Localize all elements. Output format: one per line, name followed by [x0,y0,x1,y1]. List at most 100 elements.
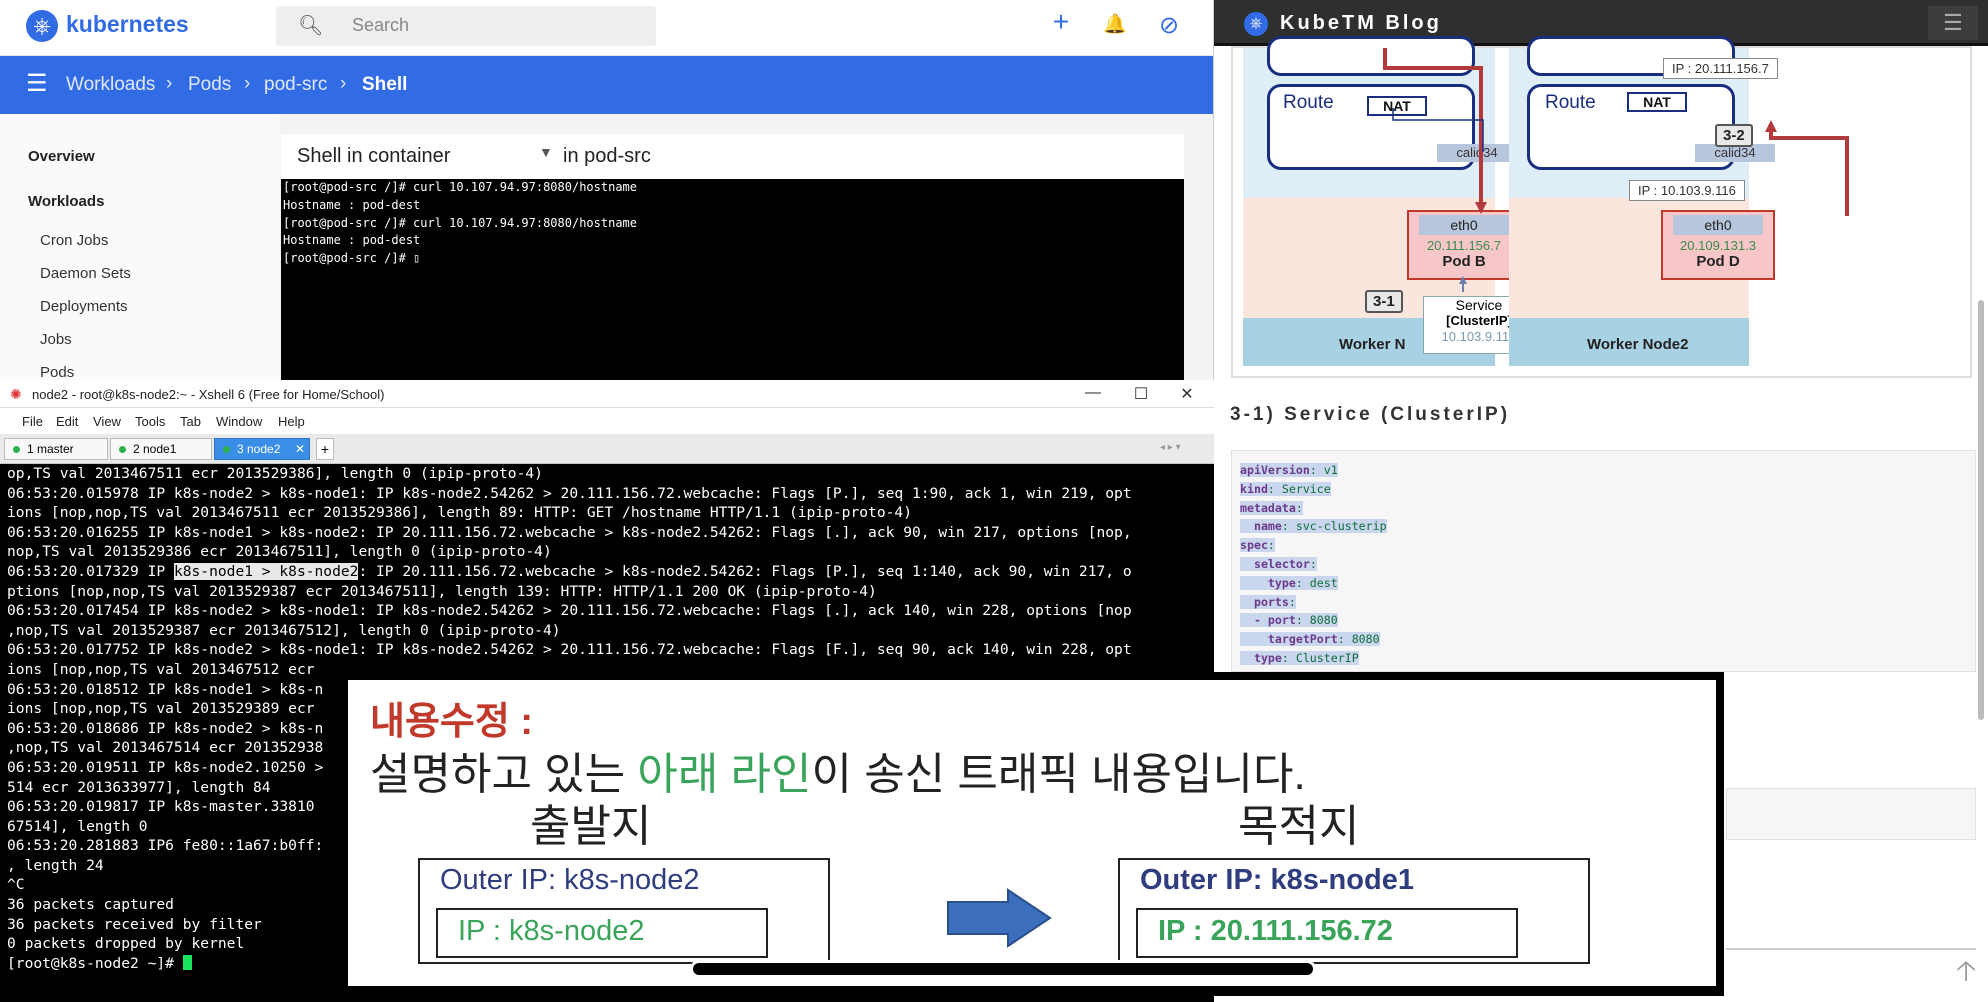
tab-close-icon[interactable]: ✕ [295,439,305,459]
search-icon: 🔍︎ [298,15,324,37]
chevron-right-icon: › [244,73,251,94]
notifications-icon[interactable]: 🔔 [1100,12,1130,36]
selected-text: k8s-node1 > k8s-node2 [173,562,359,580]
code-line: apiVersion: v1 [1240,463,1338,477]
cursor-icon [182,954,192,970]
code-line: metadata: [1240,500,1303,515]
home-indicator-bar [690,960,1316,978]
status-dot-icon [13,446,20,453]
new-tab-button[interactable]: + [316,438,334,460]
destination-outer-ip: Outer IP: k8s-node1 [1140,864,1414,896]
session-tabs: 1 master 2 node1 3 node2 ✕ + ◂ ▸ ▾ [0,434,1214,464]
ip-label: IP : 10.103.9.116 [1629,180,1745,201]
menu-edit[interactable]: Edit [56,414,78,429]
kubernetes-logo-icon[interactable]: ⎈ [26,10,58,42]
menu-tab[interactable]: Tab [180,414,201,429]
code-line: ports: [1240,594,1296,609]
destination-box: Outer IP: k8s-node1 IP : 20.111.156.72 [1118,858,1590,964]
divider [1726,948,1976,950]
search-input[interactable]: Search [352,15,409,36]
sidebar-item-workloads[interactable]: Workloads [28,193,104,210]
menu-tools[interactable]: Tools [135,414,165,429]
status-dot-icon [119,446,126,453]
menu-view[interactable]: View [93,414,121,429]
dashboard-topbar: ⎈ kubernetes 🔍︎ Search + 🔔 ⊘ [0,0,1213,56]
nat-label: NAT [1627,92,1687,112]
sidebar-item-cron-jobs[interactable]: Cron Jobs [40,232,108,249]
sidebar-item-deployments[interactable]: Deployments [40,298,128,315]
pod-label: in pod-src [563,145,651,167]
breadcrumb-shell: Shell [362,74,408,95]
menu-window[interactable]: Window [216,414,262,429]
chevron-right-icon: › [340,73,347,94]
shell-header: Shell in container ▼ in pod-src [281,134,1184,179]
correction-panel: 내용수정 : 설명하고 있는 아래 라인이 송신 트래픽 내용입니다. 출발지 … [348,680,1716,986]
code-line: name: svc-clusterip [1240,519,1387,534]
terminal-line: ions [nop,nop,TS val 2013467511 ecr 2013… [7,504,912,522]
container-select[interactable]: Shell in container [297,145,450,168]
section-heading: 3-1) Service (ClusterIP) [1230,404,1511,425]
source-inner-box: IP : k8s-node2 [436,908,768,958]
terminal-line: 06:53:20.015978 IP k8s-node2 > k8s-node1… [7,484,1132,502]
breadcrumb-pods[interactable]: Pods [188,74,231,96]
worker-node2-label: Worker Node2 [1587,336,1689,353]
source-inner-ip: IP : k8s-node2 [458,915,645,947]
correction-sentence: 설명하고 있는 아래 라인이 송신 트래픽 내용입니다. [370,750,1306,799]
terminal-line: [root@pod-src /]# ▯ [283,251,421,266]
arrow-right-icon [947,888,1052,948]
breadcrumb-workloads[interactable]: Workloads [66,74,155,96]
kubernetes-logo-icon[interactable]: ⎈ [1244,12,1268,36]
account-icon[interactable]: ⊘ [1154,11,1184,40]
breadcrumb-bar: ☰ Workloads › Pods › pod-src › Shell [0,56,1213,114]
code-line: kind: Service [1240,481,1331,496]
maximize-icon[interactable]: ☐ [1126,384,1156,404]
menu-help[interactable]: Help [278,414,305,429]
pod-d: eth0 20.109.131.3 Pod D [1661,210,1775,280]
code-line: type: dest [1240,575,1338,590]
sidebar: Overview Workloads Cron Jobs Daemon Sets… [0,114,280,380]
breadcrumb-pod-src[interactable]: pod-src [264,74,327,96]
destination-inner-ip: IP : 20.111.156.72 [1158,915,1393,947]
add-icon[interactable]: + [1046,6,1076,38]
chevron-right-icon: › [166,73,173,94]
close-icon[interactable]: ✕ [1172,384,1202,404]
code-line: - port: 8080 [1240,613,1338,628]
tab-node2[interactable]: 3 node2 ✕ [214,438,310,460]
terminal-line-highlighted: 06:53:20.017329 IP k8s-node1 > k8s-node2… [7,562,1132,580]
correction-heading: 내용수정 : [370,701,534,743]
tab-node1[interactable]: 2 node1 [110,438,212,460]
sidebar-item-overview[interactable]: Overview [28,148,95,165]
minimize-icon[interactable]: — [1078,384,1108,402]
search-bar[interactable]: 🔍︎ Search [276,6,656,46]
terminal-line: ,nop,TS val 2013529387 ecr 2013467512], … [7,621,561,639]
tab-scroll-arrows-icon[interactable]: ◂ ▸ ▾ [1160,442,1181,453]
scrollbar[interactable] [1978,300,1984,720]
xshell-logo-icon: ✺ [10,386,22,402]
terminal-line: 06:53:20.016255 IP k8s-node1 > k8s-node2… [7,523,1132,541]
destination-label: 목적지 [1238,802,1360,851]
destination-inner-box: IP : 20.111.156.72 [1136,908,1518,958]
sidebar-item-daemon-sets[interactable]: Daemon Sets [40,265,131,282]
sidebar-item-jobs[interactable]: Jobs [40,331,72,348]
hamburger-menu-icon[interactable]: ☰ [1928,6,1978,40]
menu-file[interactable]: File [22,414,43,429]
correction-overlay: 내용수정 : 설명하고 있는 아래 라인이 송신 트래픽 내용입니다. 출발지 … [340,672,1724,996]
network-diagram: Route NAT calid34 eth0 20.111.156.7 Pod … [1231,36,1972,378]
blog-title[interactable]: KubeTM Blog [1280,12,1442,35]
sidebar-item-pods[interactable]: Pods [40,364,74,380]
code-line: type: ClusterIP [1240,650,1359,665]
route-label: Route [1545,92,1596,113]
terminal-line: [root@pod-src /]# curl 10.107.94.97:8080… [283,180,638,194]
terminal-line: 06:53:20.017752 IP k8s-node2 > k8s-node1… [7,641,1132,659]
dropdown-arrow-icon[interactable]: ▼ [539,144,553,160]
menu-icon[interactable]: ☰ [26,69,48,98]
tab-master[interactable]: 1 master [4,438,108,460]
code-line: spec: [1240,538,1275,553]
terminal-line: nop,TS val 2013529386 ecr 2013467511], l… [7,543,552,561]
code-block-fragment [1726,788,1976,840]
pod-shell-terminal[interactable]: [root@pod-src /]# curl 10.107.94.97:8080… [281,179,1184,380]
window-titlebar[interactable]: ✺ node2 - root@k8s-node2:~ - Xshell 6 (F… [0,380,1214,408]
scroll-to-top-icon[interactable]: 🡡 [1956,950,1976,998]
ip-label: IP : 20.111.156.7 [1663,58,1778,79]
terminal-line: Hostname : pod-dest [283,197,421,212]
